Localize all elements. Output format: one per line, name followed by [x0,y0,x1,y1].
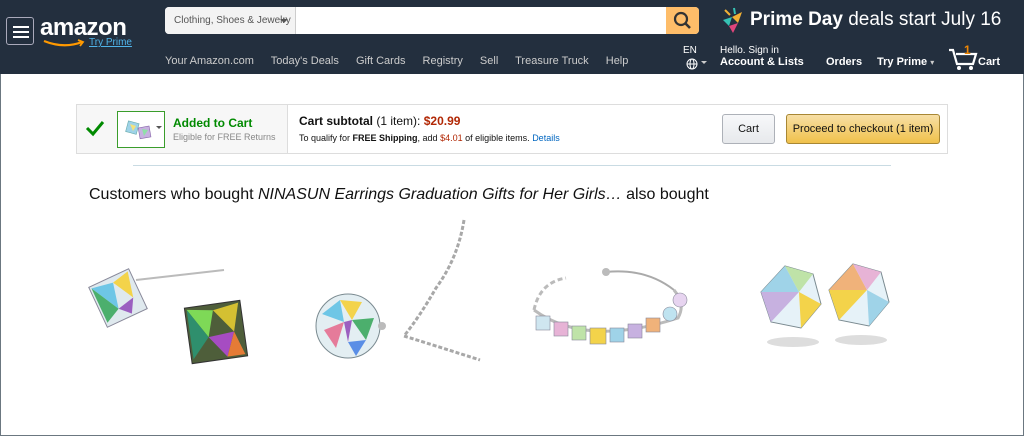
nav-treasure-truck[interactable]: Treasure Truck [515,55,589,67]
also-bought-product-1[interactable] [84,218,260,378]
chevron-down-icon [280,19,288,23]
cart-icon [949,48,978,70]
earrings-thumbnail-image [125,120,152,140]
added-to-cart-title: Added to Cart [173,116,253,130]
also-bought-product-2[interactable] [308,218,488,378]
prime-day-logo-icon [723,7,742,33]
added-to-cart-summary: Added to Cart Eligible for FREE Returns [77,105,288,153]
try-prime-menu-label: Try Prime [877,56,928,68]
also-bought-suffix: also bought [621,186,709,203]
cart-subtotal: Cart subtotal (1 item): $20.99 [299,114,460,128]
language-selector[interactable]: EN [683,45,709,70]
search-category-dropdown[interactable]: Clothing, Shoes & Jewelry [165,7,296,34]
nav-your-amazon[interactable]: Your Amazon.com [165,55,254,67]
try-prime-link[interactable]: Try Prime [89,37,132,48]
qualify-amount: $4.01 [440,133,463,143]
added-to-cart-panel: Added to Cart Eligible for FREE Returns … [76,104,948,154]
subtotal-items: (1 item): [376,114,421,128]
nav-links: Your Amazon.com Today's Deals Gift Cards… [165,55,642,67]
cart-count: 1 [964,43,971,57]
crystal-ball-necklace-image [315,219,481,362]
account-hello: Hello. Sign in [720,45,779,56]
qualify-mid: , add [417,133,438,143]
account-lists-label: Account & Lists [720,56,804,68]
cart-button[interactable]: 1 Cart [947,43,1007,71]
subtotal-price: $20.99 [423,114,461,128]
chevron-down-icon [701,61,707,64]
qualify-free-shipping: FREE Shipping [352,133,418,143]
cart-label: Cart [978,56,1001,68]
account-menu[interactable]: Hello. Sign in Account & Lists [720,45,804,68]
search-category-label: Clothing, Shoes & Jewelry [174,15,291,26]
free-returns-note: Eligible for FREE Returns [173,132,276,142]
also-bought-product-name: NINASUN Earrings Graduation Gifts for He… [257,186,622,203]
cart-view-button[interactable]: Cart [722,114,775,144]
crystal-bracelet-image [532,268,688,345]
qualify-suffix: of eligible items. [465,133,530,143]
nav-sell[interactable]: Sell [480,55,498,67]
qualify-prefix: To qualify for [299,133,351,143]
subtotal-label: Cart subtotal [299,114,374,128]
cart-item-thumbnail[interactable] [117,111,165,148]
details-link[interactable]: Details [532,133,560,143]
free-shipping-note: To qualify for FREE Shipping, add $4.01 … [299,133,560,143]
also-bought-heading: Customers who bought NINASUN Earrings Gr… [89,186,709,204]
search-icon [673,11,691,29]
globe-icon [686,58,698,70]
nav-todays-deals[interactable]: Today's Deals [271,55,339,67]
nav-gift-cards[interactable]: Gift Cards [356,55,406,67]
hexagon-crystal-earrings-image [760,263,890,347]
search-bar: Clothing, Shoes & Jewelry [165,7,699,34]
chevron-down-icon [156,126,162,129]
nav-registry[interactable]: Registry [423,55,463,67]
search-button[interactable] [666,7,699,34]
also-bought-prefix: Customers who bought [89,186,258,203]
cube-crystal-earrings-image [88,268,249,365]
checkmark-icon [85,121,105,137]
chevron-down-icon: ▾ [930,58,935,67]
proceed-to-checkout-button[interactable]: Proceed to checkout (1 item) [786,114,940,144]
also-bought-product-4[interactable] [745,218,905,378]
section-divider [133,165,891,166]
nav-help[interactable]: Help [606,55,629,67]
try-prime-menu[interactable]: Try Prime ▾ [877,56,934,68]
amazon-smile-icon [43,39,85,47]
search-input[interactable] [297,7,665,34]
top-navigation-bar: amazon Try Prime Clothing, Shoes & Jewel… [0,0,1024,74]
language-label: EN [683,45,697,56]
prime-day-bold: Prime Day [750,9,843,30]
also-bought-product-3[interactable] [526,218,696,378]
prime-day-text: deals start July 16 [842,9,1002,30]
orders-link[interactable]: Orders [826,56,862,68]
menu-hamburger-icon[interactable] [6,17,34,45]
